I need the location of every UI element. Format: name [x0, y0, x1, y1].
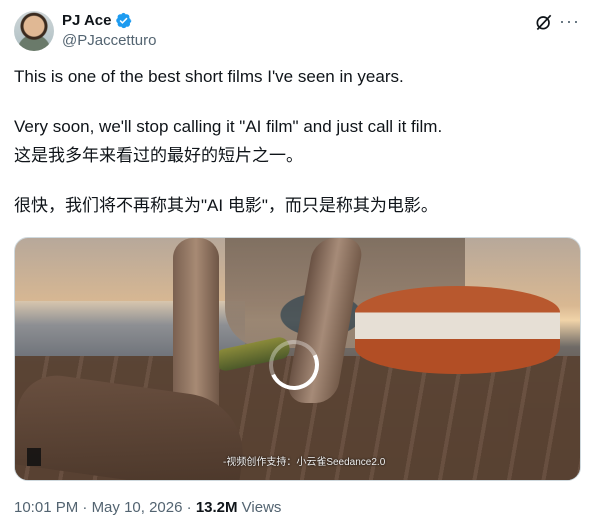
- views-label: Views: [237, 499, 282, 516]
- tweet-time[interactable]: 10:01 PM: [14, 499, 78, 516]
- tweet-text-line-4: 很快，我们将不再称其为"AI 电影"，而只是称其为电影。: [14, 196, 438, 215]
- tweet-meta: 10:01 PM · May 10, 2026 · 13.2M Views: [14, 499, 281, 516]
- video-player[interactable]: -视频创作支持：小云雀Seedance2.0: [14, 237, 581, 481]
- video-watermark: -视频创作支持：小云雀Seedance2.0: [223, 457, 386, 468]
- video-control[interactable]: [27, 448, 41, 466]
- tweet-text-line-1: This is one of the best short films I've…: [14, 67, 404, 86]
- meta-separator: ·: [182, 499, 196, 516]
- verified-badge-icon: [116, 12, 132, 29]
- tweet-text-line-2: Very soon, we'll stop calling it "AI fil…: [14, 117, 443, 136]
- views-count: 13.2M: [195, 499, 238, 516]
- handle[interactable]: @PJaccetturo: [62, 32, 156, 49]
- tweet-header: PJ Ace @PJaccetturo ···: [14, 11, 582, 55]
- meta-separator: ·: [78, 499, 92, 516]
- name-row: PJ Ace: [62, 12, 132, 29]
- tweet-date[interactable]: May 10, 2026: [92, 499, 183, 516]
- display-name[interactable]: PJ Ace: [62, 12, 111, 29]
- grok-icon[interactable]: [534, 12, 554, 32]
- tweet-text-line-3: 这是我多年来看过的最好的短片之一。: [14, 146, 303, 165]
- scene-drum: [355, 286, 560, 374]
- avatar[interactable]: [14, 11, 54, 51]
- more-options-icon[interactable]: ···: [559, 11, 580, 31]
